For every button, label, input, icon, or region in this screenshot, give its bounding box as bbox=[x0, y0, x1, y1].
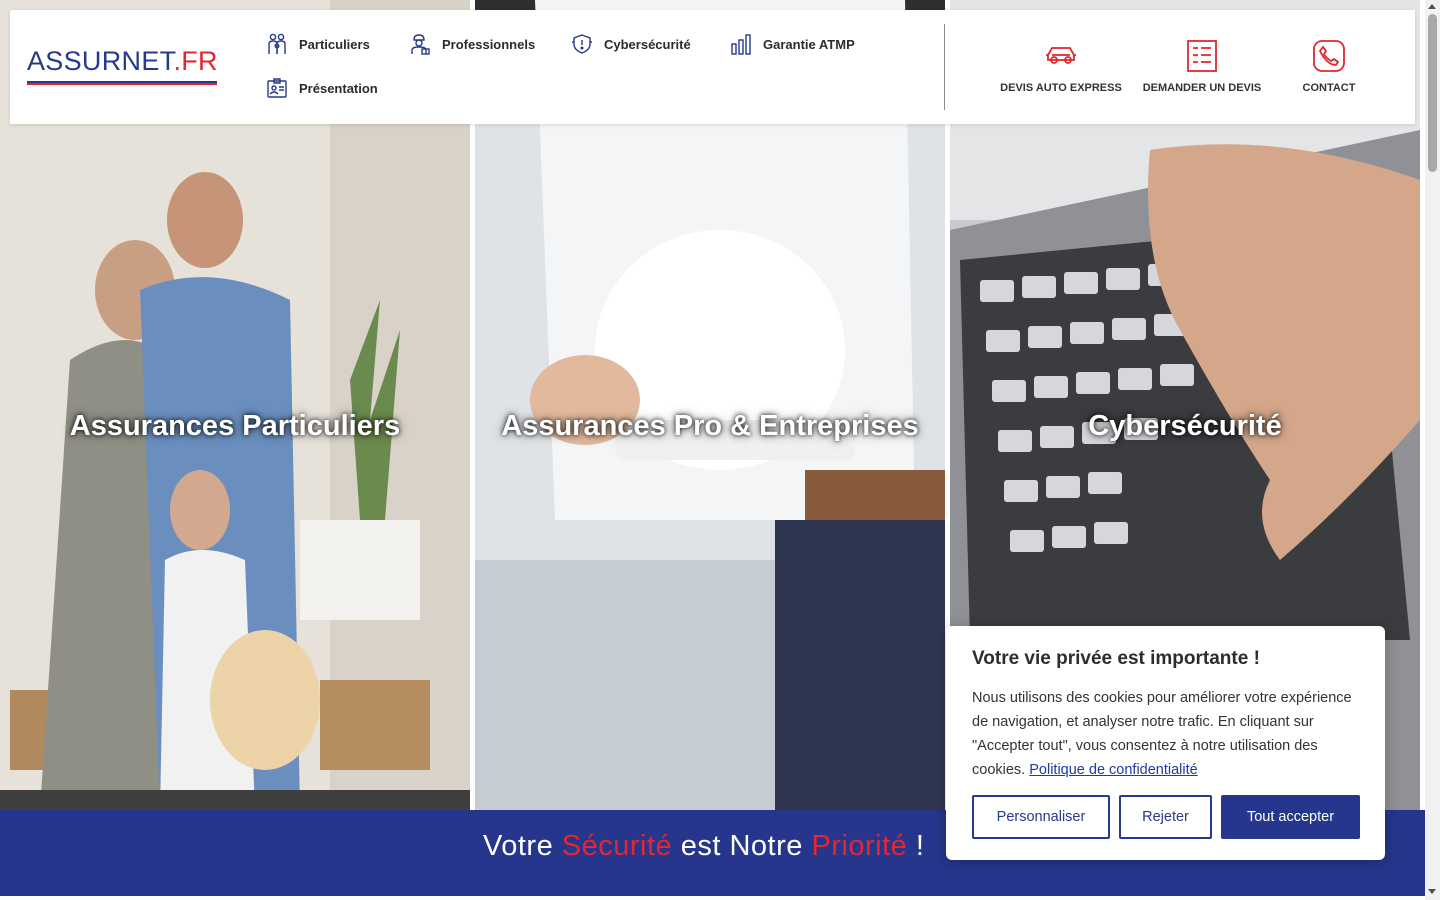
nav-label-garantie-atmp: Garantie ATMP bbox=[763, 36, 855, 52]
panel-title-cyber[interactable]: Cybersécurité bbox=[950, 410, 1420, 443]
phone-icon bbox=[1313, 40, 1345, 72]
customize-button[interactable]: Personnaliser bbox=[972, 795, 1110, 839]
tagline-highlight1: Sécurité bbox=[561, 830, 673, 862]
logo-underline bbox=[27, 81, 217, 85]
tagline-part1: Votre bbox=[483, 830, 562, 862]
cookie-title: Votre vie privée est importante ! bbox=[972, 648, 1260, 669]
cookie-buttons: Personnaliser Rejeter Tout accepter bbox=[972, 795, 1360, 839]
header-divider bbox=[944, 24, 945, 110]
scroll-thumb[interactable] bbox=[1428, 14, 1437, 172]
nav-item-presentation[interactable]: Présentation bbox=[265, 74, 378, 102]
nav-item-particuliers[interactable]: Particuliers bbox=[265, 30, 370, 58]
devis-auto-express-button[interactable]: DEVIS AUTO EXPRESS bbox=[998, 38, 1124, 94]
nav-label-particuliers: Particuliers bbox=[299, 36, 370, 52]
tagline-text: Votre Sécurité est Notre Priorité ! bbox=[483, 830, 924, 863]
site-logo[interactable]: ASSURNET.FR bbox=[27, 46, 218, 77]
page-root: Assurances Particuliers Assurances Pro &… bbox=[0, 0, 1440, 900]
worker-icon bbox=[411, 34, 430, 55]
scroll-down-arrow-icon[interactable] bbox=[1428, 889, 1436, 894]
panel-title-particuliers[interactable]: Assurances Particuliers bbox=[0, 410, 470, 443]
panel-title-pro[interactable]: Assurances Pro & Entreprises bbox=[475, 410, 945, 443]
nav-label-cybersecurite: Cybersécurité bbox=[604, 36, 691, 52]
logo-main-text[interactable]: ASSURNET bbox=[27, 46, 173, 76]
site-header: ASSURNET.FR Particuliers Professionnels … bbox=[10, 10, 1415, 124]
demander-un-devis-label: DEMANDER UN DEVIS bbox=[1142, 82, 1262, 94]
nav-item-cybersecurite[interactable]: Cybersécurité bbox=[570, 30, 691, 58]
bar-chart-icon bbox=[731, 34, 751, 55]
contact-label: CONTACT bbox=[1302, 82, 1356, 94]
shield-icon bbox=[572, 34, 592, 54]
family-icon bbox=[268, 33, 286, 54]
privacy-policy-link[interactable]: Politique de confidentialité bbox=[1029, 762, 1197, 778]
tagline-highlight2: Priorité bbox=[811, 830, 908, 862]
demander-un-devis-button[interactable]: DEMANDER UN DEVIS bbox=[1140, 38, 1264, 94]
nav-label-professionnels: Professionnels bbox=[442, 36, 536, 52]
id-card-icon bbox=[267, 78, 287, 98]
form-list-icon bbox=[1187, 40, 1217, 72]
devis-auto-express-label: DEVIS AUTO EXPRESS bbox=[1000, 82, 1122, 94]
scroll-up-arrow-icon[interactable] bbox=[1428, 4, 1436, 9]
nav-label-presentation: Présentation bbox=[299, 80, 378, 96]
accept-all-button[interactable]: Tout accepter bbox=[1221, 795, 1360, 839]
logo-tld-text[interactable]: .FR bbox=[173, 46, 217, 76]
contact-button[interactable]: CONTACT bbox=[1292, 38, 1366, 94]
reject-button[interactable]: Rejeter bbox=[1119, 795, 1212, 839]
tagline-part3: ! bbox=[907, 830, 925, 862]
tagline-part2: est Notre bbox=[672, 830, 812, 862]
nav-item-professionnels[interactable]: Professionnels bbox=[408, 30, 535, 58]
car-icon bbox=[1046, 47, 1076, 64]
cookie-text: Nous utilisons des cookies pour améliore… bbox=[972, 686, 1359, 782]
page-scrollbar[interactable] bbox=[1425, 0, 1440, 900]
cookie-consent-dialog: Votre vie privée est importante ! Nous u… bbox=[946, 626, 1385, 860]
nav-item-garantie-atmp[interactable]: Garantie ATMP bbox=[729, 30, 855, 58]
